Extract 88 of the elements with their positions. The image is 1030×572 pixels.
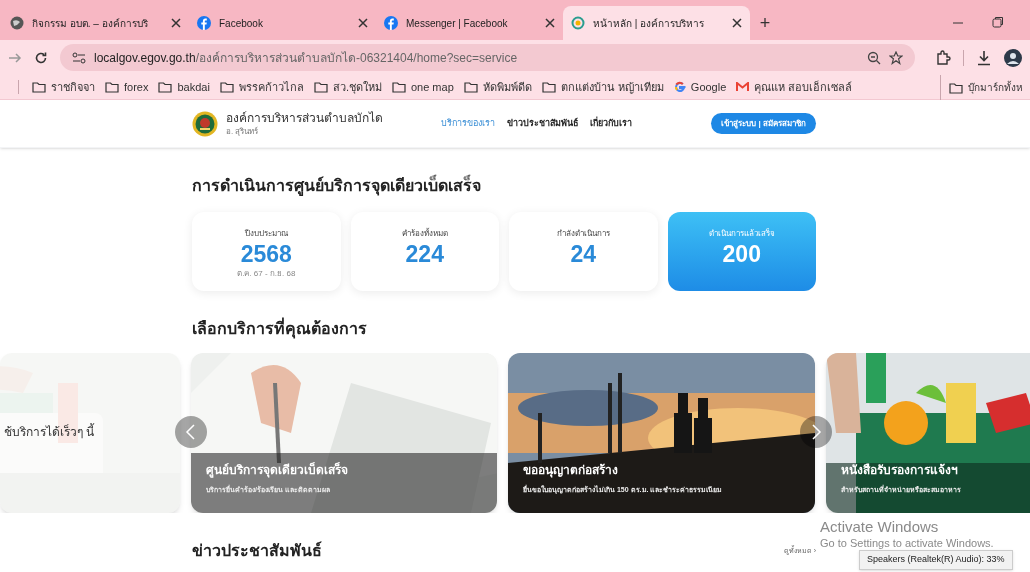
loading-icon [571,16,585,30]
nav-link[interactable]: บริการของเรา [441,116,495,131]
folder-icon [949,81,963,94]
new-tab-button[interactable]: + [750,6,780,40]
site-name: องค์การบริหารส่วนตำบลบักได [226,109,384,126]
bookmark-label: one map [410,79,454,95]
stat-value: 200 [722,240,761,268]
zoom-icon[interactable] [867,50,881,65]
site-settings-icon [72,51,86,64]
reload-icon[interactable] [34,50,48,65]
bookmark-label: Google [690,79,727,95]
globe-icon [10,16,24,30]
bookmark-label: หัดพิมพ์ดีด [482,79,532,95]
mail-icon [736,82,750,92]
next-button[interactable] [800,416,832,448]
folder-icon [541,81,556,93]
bookmark[interactable]: ราชกิจจา [27,78,100,96]
address-bar[interactable]: localgov.egov.go.th/องค์การบริหารส่วนตำบลบักได-06321404/home?sec=service [60,44,915,71]
bookmark[interactable]: forex [100,78,154,96]
nav-link[interactable]: ข่าวประชาสัมพันธ์ [507,116,578,131]
download-icon[interactable] [976,49,992,66]
folder-icon [105,81,119,93]
stat-value: 224 [405,240,444,268]
bookmark[interactable]: Google [668,78,732,96]
service-title: หนังสือรับรองการแจ้งฯ [841,462,958,479]
nav-link[interactable]: เกี่ยวกับเรา [590,116,632,131]
bookmark[interactable]: พรรคก้าวไกล [214,78,309,96]
stat-label: คำร้องทั้งหมด [401,228,448,240]
service-title: ขออนุญาตก่อสร้าง [523,462,618,479]
close-icon[interactable] [545,18,555,28]
browser-tab[interactable]: หน้าหลัก | องค์การบริหาร [563,6,750,40]
bookmark-label: forex [124,79,149,95]
tab-title: กิจกรรม อบต. – องค์การบริ [32,17,148,29]
previous-button[interactable] [175,416,207,448]
bookmark[interactable]: bakdai [153,78,215,96]
stat-note: ต.ค. 67 - ก.ย. 68 [237,268,296,280]
close-icon[interactable] [358,18,368,28]
bookmark-label: ราชกิจจา [51,79,95,95]
folder-icon [219,81,234,93]
bookmark[interactable]: one map [386,78,459,96]
login-button[interactable]: เข้าสู่ระบบ | สมัครสมาชิก [711,113,816,134]
activation-title: Activate Windows [820,517,939,537]
tab-title: Messenger | Facebook [406,17,508,29]
bookmark-label: สว.ชุดใหม่ [332,79,382,96]
section-heading: ข่าวประชาสัมพันธ์ [192,540,322,561]
activation-text: Go to Settings to activate Windows. [820,536,994,551]
logo-icon [192,110,218,137]
facebook-icon [197,16,211,30]
stat-label: กำลังดำเนินการ [556,228,610,240]
bookmark-label: bakdai [177,79,210,95]
district-text: อ. สุรินทร์ [226,125,260,138]
folder-icon [313,81,328,93]
volume-tooltip: Speakers (Realtek(R) Audio): 33% [859,550,1013,570]
stat-value: 24 [570,240,597,268]
stat-label: ดำเนินการแล้วเสร็จ [708,228,775,240]
star-icon[interactable] [889,50,903,65]
folder-icon [32,81,46,93]
url-text: localgov.egov.go.th/องค์การบริหารส่วนตำบลบักได-06321404/home?sec=service [94,49,519,67]
folder-icon [158,81,173,93]
bookmark-label: คุณแห สอบเอ็กเซลล์ [754,79,853,96]
service-card[interactable]: ช้บริการได้เร็วๆ นี้ [0,353,180,513]
close-icon[interactable] [171,18,181,28]
all-bookmarks-button[interactable]: บุ๊กมาร์กทั้งห [940,75,1023,100]
tab-title: Facebook [219,17,263,29]
folder-icon [463,81,478,93]
stat-value: 2568 [240,240,292,268]
bookmark[interactable]: ตกแต่งบ้าน หญ้าเทียม [536,78,669,96]
avatar-icon[interactable] [1004,48,1022,67]
browser-tab[interactable]: กิจกรรม อบต. – องค์การบริ [2,6,189,40]
facebook-icon [384,16,398,30]
folder-icon [391,81,406,93]
tab-title: หน้าหลัก | องค์การบริหาร [593,17,705,29]
stat-label: ปีงบประมาณ [244,228,288,240]
bookmark[interactable]: หัดพิมพ์ดีด [458,78,537,96]
close-icon[interactable] [732,18,742,28]
browser-tab[interactable]: Messenger | Facebook [376,6,563,40]
bookmark[interactable]: คุณแห สอบเอ็กเซลล์ [731,78,858,96]
service-title: ช้บริการได้เร็วๆ นี้ [4,423,95,441]
extensions-icon[interactable] [935,49,951,66]
section-heading: การดำเนินการศูนย์บริการจุดเดียวเบ็ดเสร็จ [192,174,816,198]
bookmark-label: พรรคก้าวไกล [238,79,304,95]
bookmark[interactable]: สว.ชุดใหม่ [308,78,387,96]
bookmark-label: ตกแต่งบ้าน หญ้าเทียม [560,79,664,96]
google-icon [673,81,686,93]
section-heading: เลือกบริการที่คุณต้องการ [192,317,1030,341]
service-title: ศูนย์บริการจุดเดียวเบ็ดเสร็จ [206,461,348,479]
browser-tab[interactable]: Facebook [189,6,376,40]
bookmark-label: บุ๊กมาร์กทั้งห [968,80,1023,95]
